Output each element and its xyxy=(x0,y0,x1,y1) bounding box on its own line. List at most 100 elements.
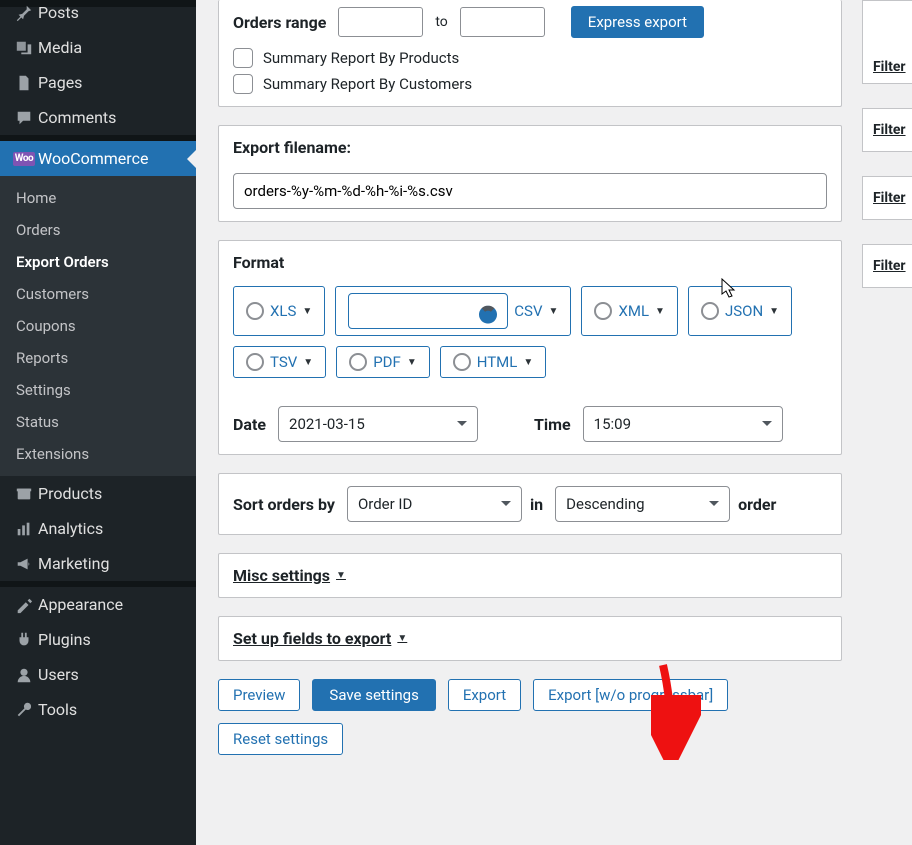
users-icon xyxy=(10,666,38,684)
format-pdf-button[interactable]: PDF ▼ xyxy=(336,346,430,378)
analytics-icon xyxy=(10,520,38,538)
admin-sidebar: Posts Media Pages Comments Woo WooCommer… xyxy=(0,0,196,845)
format-csv-label: CSV xyxy=(514,302,542,320)
radio-icon xyxy=(594,302,612,320)
sidebar-item-products[interactable]: Products xyxy=(0,476,196,511)
format-html-button[interactable]: HTML ▼ xyxy=(440,346,547,378)
radio-icon-selected xyxy=(348,293,508,329)
format-json-label: JSON xyxy=(725,302,763,320)
pages-icon xyxy=(10,74,38,92)
format-label: Format xyxy=(233,253,827,272)
sidebar-item-pages[interactable]: Pages xyxy=(0,65,196,100)
format-xls-button[interactable]: XLS ▼ xyxy=(233,286,325,336)
sidebar-label: Tools xyxy=(38,700,77,719)
format-panel: Format XLS ▼ CSV ▼ XML ▼ xyxy=(218,240,842,455)
submenu-export-orders[interactable]: Export Orders xyxy=(0,246,196,278)
sort-direction-select[interactable]: Descending xyxy=(555,486,730,522)
media-icon xyxy=(10,39,38,57)
format-json-button[interactable]: JSON ▼ xyxy=(688,286,792,336)
summary-products-checkbox[interactable] xyxy=(233,48,253,68)
submenu-customers[interactable]: Customers xyxy=(0,278,196,310)
export-wo-progress-button[interactable]: Export [w/o progressbar] xyxy=(533,679,728,711)
format-csv-button[interactable]: CSV ▼ xyxy=(335,286,571,336)
sidebar-item-plugins[interactable]: Plugins xyxy=(0,622,196,657)
filename-input[interactable] xyxy=(233,173,827,209)
submenu-orders[interactable]: Orders xyxy=(0,214,196,246)
misc-settings-toggle[interactable]: Misc settings ▼ xyxy=(233,566,346,585)
radio-icon xyxy=(246,353,264,371)
submenu-home[interactable]: Home xyxy=(0,182,196,214)
woocommerce-submenu: Home Orders Export Orders Customers Coup… xyxy=(0,176,196,476)
format-tsv-button[interactable]: TSV ▼ xyxy=(233,346,326,378)
format-html-label: HTML xyxy=(477,353,518,371)
sidebar-label: Posts xyxy=(38,3,79,22)
sidebar-item-woocommerce[interactable]: Woo WooCommerce xyxy=(0,141,196,176)
submenu-extensions[interactable]: Extensions xyxy=(0,438,196,470)
sidebar-item-comments[interactable]: Comments xyxy=(0,100,196,135)
export-button[interactable]: Export xyxy=(448,679,521,711)
filter-panel-stub[interactable]: Filter xyxy=(862,108,912,152)
sidebar-item-tools[interactable]: Tools xyxy=(0,692,196,727)
format-pdf-label: PDF xyxy=(373,353,401,371)
sort-in-label: in xyxy=(530,495,543,514)
express-export-button[interactable]: Express export xyxy=(571,6,704,38)
orders-range-label: Orders range xyxy=(233,13,326,32)
plugins-icon xyxy=(10,631,38,649)
sidebar-label: WooCommerce xyxy=(38,149,148,168)
misc-settings-panel: Misc settings ▼ xyxy=(218,553,842,598)
fields-panel: Set up fields to export ▼ xyxy=(218,616,842,661)
sidebar-label: Users xyxy=(38,665,79,684)
preview-button[interactable]: Preview xyxy=(218,679,300,711)
reset-settings-button[interactable]: Reset settings xyxy=(218,723,343,755)
summary-customers-checkbox[interactable] xyxy=(233,74,253,94)
marketing-icon xyxy=(10,555,38,573)
fields-toggle[interactable]: Set up fields to export ▼ xyxy=(233,629,407,648)
sidebar-item-analytics[interactable]: Analytics xyxy=(0,511,196,546)
filename-label: Export filename: xyxy=(233,138,827,157)
sidebar-item-media[interactable]: Media xyxy=(0,30,196,65)
time-select[interactable]: 15:09 xyxy=(583,406,783,442)
woocommerce-icon: Woo xyxy=(10,152,38,166)
products-icon xyxy=(10,485,38,503)
summary-products-label: Summary Report By Products xyxy=(263,49,459,67)
pin-icon xyxy=(10,4,38,22)
filename-panel: Export filename: xyxy=(218,125,842,222)
chevron-down-icon: ▼ xyxy=(336,570,346,581)
main-content: Orders range to Express export Summary R… xyxy=(196,0,912,845)
submenu-coupons[interactable]: Coupons xyxy=(0,310,196,342)
sidebar-label: Pages xyxy=(38,73,82,92)
tools-icon xyxy=(10,701,38,719)
submenu-status[interactable]: Status xyxy=(0,406,196,438)
format-xml-button[interactable]: XML ▼ xyxy=(581,286,678,336)
sidebar-item-marketing[interactable]: Marketing xyxy=(0,546,196,581)
date-label: Date xyxy=(233,415,266,434)
sort-field-select[interactable]: Order ID xyxy=(347,486,522,522)
comments-icon xyxy=(10,109,38,127)
format-tsv-label: TSV xyxy=(270,353,297,371)
sidebar-item-appearance[interactable]: Appearance xyxy=(0,587,196,622)
sidebar-label: Appearance xyxy=(38,595,123,614)
chevron-down-icon: ▼ xyxy=(523,357,533,368)
fields-label: Set up fields to export xyxy=(233,629,391,648)
submenu-reports[interactable]: Reports xyxy=(0,342,196,374)
sidebar-label: Products xyxy=(38,484,102,503)
radio-icon xyxy=(349,353,367,371)
time-value: 15:09 xyxy=(594,415,631,433)
sidebar-item-users[interactable]: Users xyxy=(0,657,196,692)
summary-customers-label: Summary Report By Customers xyxy=(263,75,472,93)
sidebar-label: Analytics xyxy=(38,519,103,538)
submenu-settings[interactable]: Settings xyxy=(0,374,196,406)
orders-range-to-input[interactable] xyxy=(460,7,545,37)
chevron-down-icon: ▼ xyxy=(397,633,407,644)
sort-panel: Sort orders by Order ID in Descending or… xyxy=(218,473,842,535)
filter-panel-stub[interactable]: Filter xyxy=(862,244,912,288)
filter-panel-stub[interactable]: Filter xyxy=(862,0,912,84)
sidebar-item-posts[interactable]: Posts xyxy=(0,0,196,30)
chevron-down-icon: ▼ xyxy=(549,306,559,317)
filter-panel-stub[interactable]: Filter xyxy=(862,176,912,220)
save-settings-button[interactable]: Save settings xyxy=(312,679,435,711)
sidebar-label: Comments xyxy=(38,108,116,127)
date-select[interactable]: 2021-03-15 xyxy=(278,406,478,442)
chevron-down-icon: ▼ xyxy=(769,306,779,317)
orders-range-from-input[interactable] xyxy=(338,7,423,37)
